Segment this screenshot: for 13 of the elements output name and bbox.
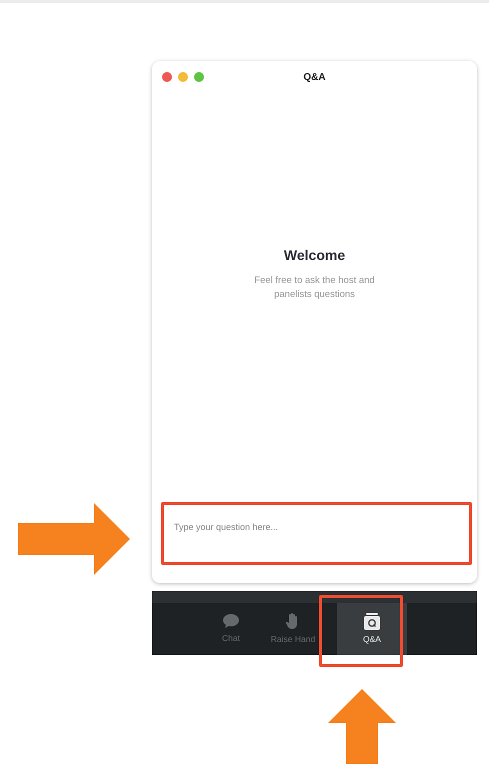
window-title: Q&A bbox=[303, 72, 326, 82]
close-button[interactable] bbox=[162, 72, 172, 82]
arrow-icon bbox=[328, 689, 396, 764]
zoom-button[interactable] bbox=[194, 72, 204, 82]
question-box-icon bbox=[363, 612, 381, 630]
toolbar-button[interactable]: Q&A bbox=[337, 603, 407, 655]
chat-bubble-icon bbox=[222, 613, 240, 630]
toolbar-button[interactable]: Raise Hand bbox=[262, 603, 324, 655]
welcome-text: Feel free to ask the host and panelists questions bbox=[253, 274, 376, 302]
minimize-button[interactable] bbox=[178, 72, 188, 82]
arrow-icon bbox=[18, 503, 130, 575]
toolbar-button[interactable]: Chat bbox=[200, 603, 262, 655]
welcome-heading: Welcome bbox=[284, 246, 346, 265]
